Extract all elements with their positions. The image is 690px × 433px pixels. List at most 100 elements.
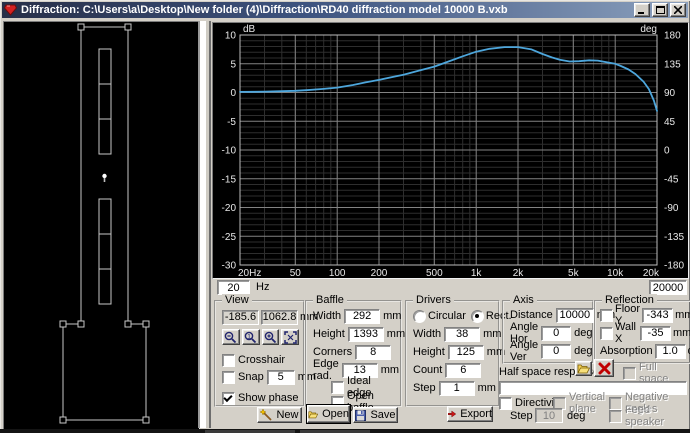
wall-x-input[interactable]	[640, 325, 671, 341]
wall-reflection-checkbox[interactable]	[600, 326, 613, 340]
axis-angle-ver-input[interactable]	[541, 343, 572, 359]
open-folder-icon	[577, 364, 590, 374]
freq-end-input[interactable]	[649, 280, 687, 295]
new-button[interactable]: New	[257, 407, 302, 423]
baffle-group: Baffle Width mm Height mm Corners Edge r…	[305, 294, 405, 414]
export-button-label: Export	[460, 408, 492, 420]
driver-width-input[interactable]	[444, 326, 481, 342]
titlebar[interactable]: Diffraction: C:\Users\a\Desktop\New fold…	[2, 2, 688, 18]
open-folder-icon	[308, 410, 319, 418]
maximize-button[interactable]	[652, 3, 668, 17]
baffle-drawing	[4, 22, 197, 427]
freq-start-input[interactable]	[217, 280, 250, 295]
show-phase-checkbox[interactable]	[222, 391, 235, 405]
wall-reflection-label: Wall X	[615, 321, 636, 345]
feed-speaker-label: Feed speaker	[625, 404, 665, 428]
negative-angles-checkbox[interactable]	[609, 396, 622, 410]
driver-circular-radio[interactable]	[413, 309, 426, 323]
svg-text:5k: 5k	[568, 268, 580, 276]
wall-x-unit: mm	[673, 327, 690, 339]
floor-y-unit: mm	[675, 309, 690, 321]
new-button-label: New	[276, 409, 299, 421]
drivers-group-title: Drivers	[413, 294, 454, 306]
view-group: View -185.6 1062.8 mm 1 Crosshair Snap m…	[214, 294, 318, 407]
driver-rect-radio[interactable]	[470, 309, 484, 323]
axis-distance-input[interactable]	[555, 307, 594, 323]
svg-text:10k: 10k	[607, 268, 624, 276]
svg-text:200: 200	[371, 268, 388, 276]
directivity-step-label: Step	[510, 410, 533, 422]
ideal-edge-checkbox[interactable]	[331, 380, 344, 394]
svg-text:2k: 2k	[513, 268, 525, 276]
zoom-out-button[interactable]	[222, 329, 240, 345]
zoom-fit-button[interactable]	[281, 329, 299, 345]
close-button[interactable]	[670, 3, 686, 17]
floor-y-input[interactable]	[642, 307, 674, 323]
zoom-in-button[interactable]	[261, 329, 280, 345]
snap-label: Snap	[238, 371, 264, 383]
svg-text:deg: deg	[640, 24, 657, 35]
drivers-group: Drivers Circular Rect. Width mm Height m…	[405, 294, 512, 407]
svg-text:-10: -10	[222, 146, 237, 157]
zoom-one-icon: 1	[244, 331, 257, 343]
baffle-width-unit: mm	[383, 310, 402, 322]
control-panel: View -185.6 1062.8 mm 1 Crosshair Snap m…	[211, 294, 690, 429]
driver-width-unit: mm	[483, 328, 502, 340]
axis-angle-ver-label: Angle Ver	[510, 339, 539, 363]
driver-height-input[interactable]	[447, 344, 484, 360]
svg-text:5: 5	[230, 59, 236, 70]
delete-x-icon	[598, 362, 610, 374]
baffle-width-label: Width	[313, 310, 342, 322]
minimize-button[interactable]	[634, 3, 650, 17]
axis-distance-label: Distance	[510, 309, 553, 321]
save-disk-icon	[355, 409, 367, 421]
save-button[interactable]: Save	[353, 407, 398, 423]
driver-step-unit: mm	[477, 382, 496, 394]
baffle-corners-label: Corners	[313, 346, 353, 358]
crosshair-checkbox[interactable]	[222, 353, 235, 367]
window-title: Diffraction: C:\Users\a\Desktop\New fold…	[21, 4, 508, 16]
svg-text:10: 10	[225, 31, 237, 42]
open-button[interactable]: Open	[307, 405, 350, 423]
panel-splitter[interactable]	[198, 21, 211, 428]
zoom-in-icon	[264, 331, 277, 343]
baffle-canvas[interactable]	[3, 21, 200, 430]
directivity-checkbox[interactable]	[499, 396, 512, 410]
freq-unit-label: Hz	[256, 281, 270, 293]
fit-view-icon	[283, 330, 297, 344]
export-button[interactable]: Export	[447, 406, 493, 422]
baffle-corners-input[interactable]	[355, 344, 392, 360]
svg-text:-90: -90	[664, 203, 679, 214]
feed-speaker-checkbox[interactable]	[609, 409, 622, 423]
baffle-height-label: Height	[313, 328, 345, 340]
svg-text:1: 1	[247, 333, 251, 340]
cursor-y-readout: 1062.8	[261, 309, 298, 325]
svg-text:dB: dB	[243, 24, 256, 35]
response-chart: dB deg 10 5 0 -5 -10 -15 -20 -25 -30 180 135 90 45 0 -45…	[212, 22, 689, 279]
directivity-step-input[interactable]	[535, 408, 563, 423]
zoom-reset-button[interactable]: 1	[241, 329, 260, 345]
minimize-icon	[638, 12, 644, 14]
svg-text:-25: -25	[222, 232, 237, 243]
half-space-open-button[interactable]	[575, 361, 592, 376]
half-space-clear-button[interactable]	[594, 359, 614, 377]
driver-width-label: Width	[413, 328, 442, 340]
app-window: Diffraction: C:\Users\a\Desktop\New fold…	[0, 0, 690, 433]
axis-group-title: Axis	[510, 294, 537, 306]
baffle-group-title: Baffle	[313, 294, 347, 306]
axis-angle-ver-unit: deg	[574, 345, 593, 357]
driver-count-input[interactable]	[445, 362, 482, 378]
full-space-checkbox[interactable]	[623, 366, 636, 380]
driver-step-input[interactable]	[438, 380, 475, 396]
svg-text:-15: -15	[222, 174, 237, 185]
snap-checkbox[interactable]	[222, 370, 235, 384]
baffle-width-input[interactable]	[344, 308, 381, 324]
absorption-label: Absorption	[600, 345, 653, 357]
snap-value-input[interactable]	[266, 369, 295, 385]
absorption-input[interactable]	[654, 343, 686, 359]
svg-text:-180: -180	[664, 261, 684, 272]
svg-text:-20: -20	[222, 203, 237, 214]
baffle-height-input[interactable]	[347, 326, 384, 342]
floor-reflection-checkbox[interactable]	[600, 308, 613, 322]
axis-angle-hor-input[interactable]	[541, 325, 572, 341]
